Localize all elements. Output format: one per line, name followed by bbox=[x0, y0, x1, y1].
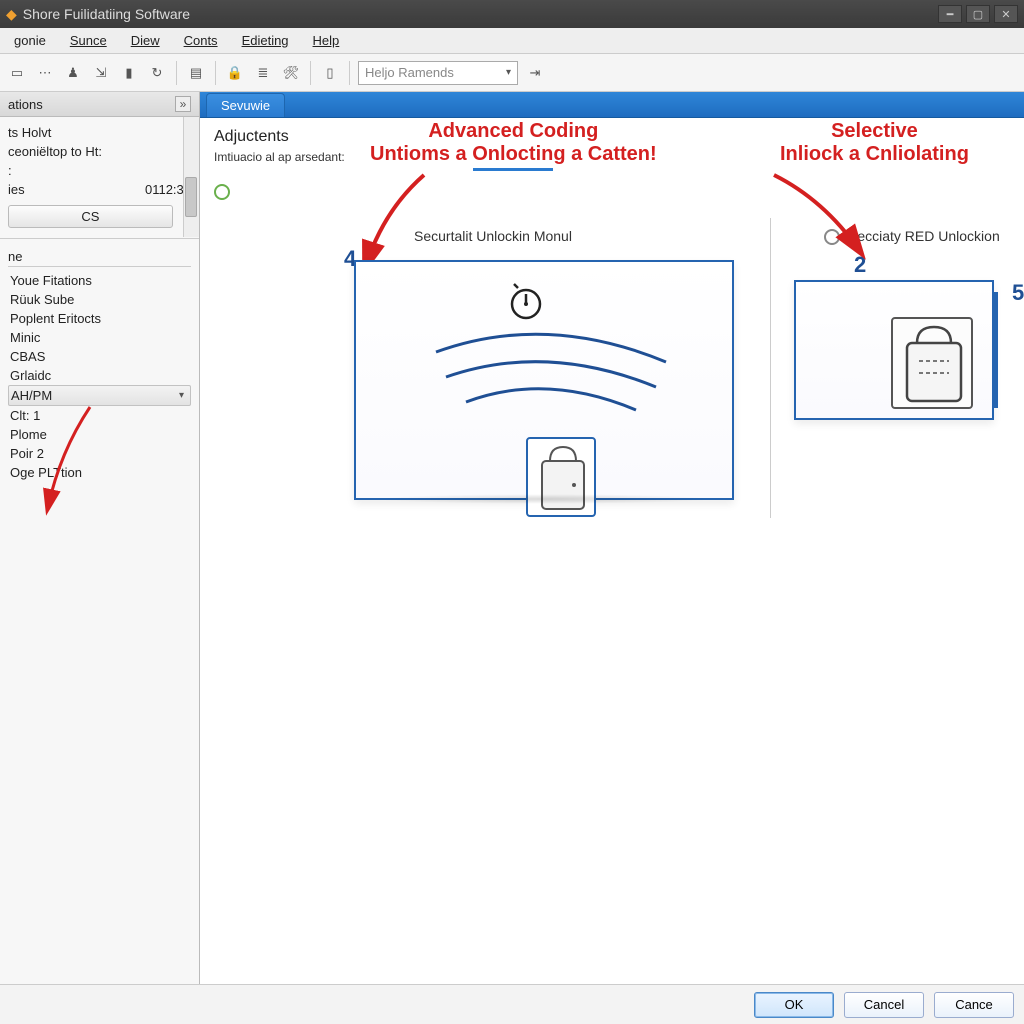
toolbar-separator bbox=[215, 61, 216, 85]
menubar: gonie Sunce Diew Conts Edieting Help bbox=[0, 28, 1024, 54]
sidebar-collapse-button[interactable]: » bbox=[175, 96, 191, 112]
radio-icon bbox=[214, 184, 230, 200]
wave-lines-icon bbox=[426, 322, 686, 432]
dialog-footer: OK Cancel Cance bbox=[0, 984, 1024, 1024]
sidebar-item-3[interactable]: Minic bbox=[8, 328, 191, 347]
scrollbar[interactable] bbox=[183, 117, 199, 237]
card-wrap-1: Securtalit Unlockin Monul 4 bbox=[354, 210, 734, 500]
tool-settings-icon[interactable]: ≣ bbox=[252, 62, 274, 84]
sidebar-item-7[interactable]: Clt: 1 bbox=[8, 406, 191, 425]
tool-book-icon[interactable]: ▮ bbox=[118, 62, 140, 84]
app-icon: ◆ bbox=[6, 6, 17, 23]
sidebar-item-4[interactable]: CBAS bbox=[8, 347, 191, 366]
cancel-button-2[interactable]: Cance bbox=[934, 992, 1014, 1018]
sidebar-header-label: ations bbox=[8, 97, 43, 112]
window-title: Shore Fuilidatiing Software bbox=[23, 6, 938, 22]
sidebar-cs-button[interactable]: CS bbox=[8, 205, 173, 228]
menu-item-4[interactable]: Edieting bbox=[232, 30, 299, 51]
sidebar-item-2[interactable]: Poplent Eritocts bbox=[8, 309, 191, 328]
menu-item-1[interactable]: Sunce bbox=[60, 30, 117, 51]
cancel-button[interactable]: Cancel bbox=[844, 992, 924, 1018]
ok-button[interactable]: OK bbox=[754, 992, 834, 1018]
content-subtext: Imtiuacio al ap arsedant: bbox=[214, 150, 1010, 164]
sidebar-item-8[interactable]: Plome bbox=[8, 425, 191, 444]
card-1[interactable] bbox=[354, 260, 734, 500]
sidebar-kv-label: ies bbox=[8, 182, 25, 197]
card2-side-number: 5 bbox=[1012, 280, 1024, 306]
bag-icon bbox=[526, 437, 596, 517]
card-wrap-2: Secciaty RED Unlockion 2 5 bbox=[794, 210, 994, 500]
tool-lock-icon[interactable]: 🔒 bbox=[224, 62, 246, 84]
tool-go-icon[interactable]: ⇥ bbox=[524, 62, 546, 84]
toolbar: ▭ ⋯ ♟ ⇲ ▮ ↻ ▤ 🔒 ≣ 🛠 ▯ Heljo Ramends ⇥ bbox=[0, 54, 1024, 92]
close-button[interactable]: ✕ bbox=[994, 5, 1018, 23]
window-controls: ━ ▢ ✕ bbox=[938, 5, 1018, 23]
sidebar-item-10[interactable]: Oge PLTtion bbox=[8, 463, 191, 482]
tool-more-icon[interactable]: ⋯ bbox=[34, 62, 56, 84]
scrollbar-thumb[interactable] bbox=[185, 177, 197, 217]
toolbar-separator bbox=[176, 61, 177, 85]
clock-icon bbox=[506, 282, 546, 322]
card2-number: 2 bbox=[854, 252, 866, 278]
sidebar-info-kv: ies 0112:39 bbox=[8, 180, 191, 199]
tool-refresh-icon[interactable]: ↻ bbox=[146, 62, 168, 84]
sidebar-section-title: ne bbox=[8, 245, 191, 267]
sidebar-info-2: ceoniëltop to Ht: bbox=[8, 142, 191, 161]
menu-item-5[interactable]: Help bbox=[303, 30, 350, 51]
card1-title: Securtalit Unlockin Monul bbox=[414, 228, 572, 244]
tool-export-icon[interactable]: ⇲ bbox=[90, 62, 112, 84]
toolbar-separator bbox=[349, 61, 350, 85]
sidebar-item-1[interactable]: Rüuk Sube bbox=[8, 290, 191, 309]
toolbar-combo-placeholder: Heljo Ramends bbox=[365, 65, 454, 80]
tool-save-icon[interactable]: ▤ bbox=[185, 62, 207, 84]
card-2[interactable] bbox=[794, 280, 994, 420]
tab-sevuwie[interactable]: Sevuwie bbox=[206, 93, 285, 117]
bag-icon-2 bbox=[891, 317, 973, 409]
tool-page-icon[interactable]: ▯ bbox=[319, 62, 341, 84]
menu-item-2[interactable]: Diew bbox=[121, 30, 170, 51]
minimize-button[interactable]: ━ bbox=[938, 5, 962, 23]
sidebar-scroll: ts Holvt ceoniëltop to Ht: : ies 0112:39… bbox=[0, 117, 199, 984]
toolbar-separator bbox=[310, 61, 311, 85]
menu-item-0[interactable]: gonie bbox=[4, 30, 56, 51]
titlebar: ◆ Shore Fuilidatiing Software ━ ▢ ✕ bbox=[0, 0, 1024, 28]
content-area: Adjuctents Imtiuacio al ap arsedant: Adv… bbox=[200, 118, 1024, 984]
menu-item-3[interactable]: Conts bbox=[174, 30, 228, 51]
maximize-button[interactable]: ▢ bbox=[966, 5, 990, 23]
toolbar-combo[interactable]: Heljo Ramends bbox=[358, 61, 518, 85]
sidebar-info-1: ts Holvt bbox=[8, 123, 191, 142]
card2-title: Secciaty RED Unlockion bbox=[824, 228, 1000, 245]
tool-user-icon[interactable]: ♟ bbox=[62, 62, 84, 84]
sidebar-item-0[interactable]: Youe Fitations bbox=[8, 271, 191, 290]
radio-option-1[interactable] bbox=[214, 184, 1010, 200]
sidebar-info-3: : bbox=[8, 161, 191, 180]
sidebar-item-5[interactable]: Grlaidc bbox=[8, 366, 191, 385]
content-heading: Adjuctents bbox=[214, 128, 1010, 146]
sidebar-header: ations » bbox=[0, 92, 199, 117]
radio-icon-2 bbox=[824, 229, 840, 245]
main-panel: Sevuwie Adjuctents Imtiuacio al ap arsed… bbox=[200, 92, 1024, 984]
sidebar: ations » ts Holvt ceoniëltop to Ht: : ie… bbox=[0, 92, 200, 984]
tab-row: Sevuwie bbox=[200, 92, 1024, 118]
tool-new-icon[interactable]: ▭ bbox=[6, 62, 28, 84]
sidebar-item-9[interactable]: Poir 2 bbox=[8, 444, 191, 463]
sidebar-item-6[interactable]: AH/PM bbox=[8, 385, 191, 406]
vertical-divider bbox=[770, 218, 771, 518]
tool-wrench-icon[interactable]: 🛠 bbox=[280, 62, 302, 84]
